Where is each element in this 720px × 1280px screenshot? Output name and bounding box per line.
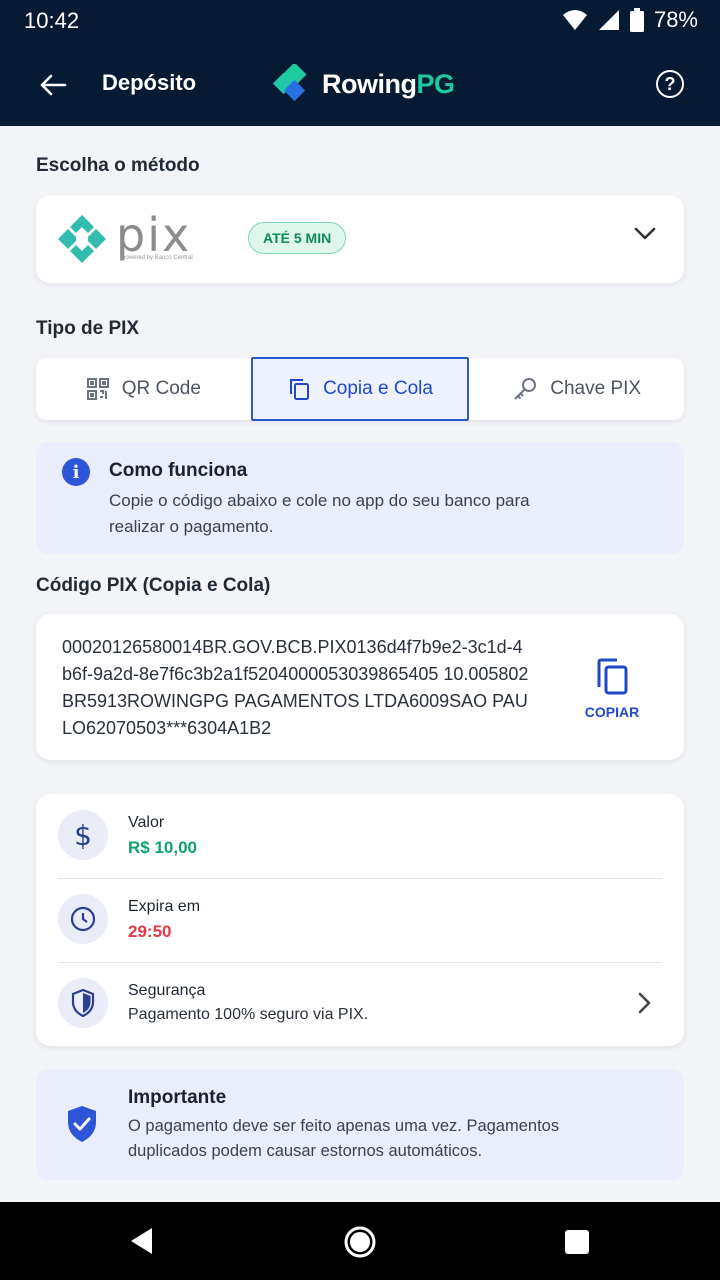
help-button[interactable]: ? xyxy=(656,70,684,98)
expiry-label: Expira em xyxy=(128,898,201,915)
pix-logo-subtext: powered by Banco Central xyxy=(122,255,193,261)
clock-icon xyxy=(58,894,108,944)
pix-code-card: 00020126580014BR.GOV.BCB.PIX0136d4f7b9e2… xyxy=(36,614,684,760)
chevron-right-icon xyxy=(638,992,651,1014)
copy-label: COPIAR xyxy=(584,704,640,720)
tab-chave-pix[interactable]: Chave PIX xyxy=(469,358,684,420)
pix-logo: pix powered by Banco Central xyxy=(56,208,212,265)
tab-qr-code-label: QR Code xyxy=(121,378,201,399)
wifi-icon xyxy=(562,10,587,30)
code-section-label: Código PIX (Copia e Cola) xyxy=(36,575,271,596)
info-text: Copie o código abaixo e cole no app do s… xyxy=(109,491,530,536)
shield-icon xyxy=(58,978,108,1028)
status-bar: 10:42 78% xyxy=(0,0,720,42)
pix-wordmark: pix powered by Banco Central xyxy=(116,208,212,265)
status-icons: 78% xyxy=(562,7,698,33)
pix-diamond-icon xyxy=(58,215,106,263)
status-time: 10:42 xyxy=(24,8,80,33)
expiry-row: Expira em 29:50 xyxy=(36,878,684,962)
signal-icon xyxy=(598,10,619,30)
pix-logo-text: pix xyxy=(116,208,192,262)
system-nav-bar xyxy=(0,1202,720,1280)
pix-type-tabs: QR Code Copia e Cola Chave PIX xyxy=(36,357,684,421)
copy-icon xyxy=(290,379,310,400)
tab-chave-pix-label: Chave PIX xyxy=(550,378,642,399)
battery-percent: 78% xyxy=(653,7,698,32)
brand-diamond-icon xyxy=(272,64,307,102)
security-row[interactable]: Segurança Pagamento 100% seguro via PIX. xyxy=(36,962,684,1046)
security-label: Segurança xyxy=(128,982,206,999)
question-icon: ? xyxy=(664,73,676,94)
info-icon: i xyxy=(62,458,90,486)
nav-back-icon[interactable] xyxy=(128,1226,154,1256)
arrow-left-icon xyxy=(40,74,67,96)
page-title: Depósito xyxy=(102,70,197,95)
shield-check-icon xyxy=(68,1106,96,1142)
app-header: Depósito RowingPG ? xyxy=(0,42,720,126)
security-text: Pagamento 100% seguro via PIX. xyxy=(128,1006,369,1023)
amount-label: Valor xyxy=(128,814,165,831)
key-icon xyxy=(514,378,537,400)
brand-name: RowingPG xyxy=(322,69,455,100)
back-button[interactable] xyxy=(36,68,70,102)
brand-name-accent: PG xyxy=(416,68,455,99)
pix-type-section-label: Tipo de PIX xyxy=(36,318,140,339)
amount-value: R$ 10,00 xyxy=(128,838,197,857)
pix-code-text[interactable]: 00020126580014BR.GOV.BCB.PIX0136d4f7b9e2… xyxy=(62,634,532,742)
time-badge: ATÉ 5 MIN xyxy=(248,222,347,254)
method-selector[interactable]: pix powered by Banco Central ATÉ 5 MIN xyxy=(36,195,684,283)
qr-code-icon xyxy=(86,378,109,400)
tab-copia-e-cola[interactable]: Copia e Cola xyxy=(250,357,470,421)
nav-recents-icon[interactable] xyxy=(564,1229,590,1255)
important-box: Importante O pagamento deve ser feito ap… xyxy=(36,1069,684,1180)
info-title: Como funciona xyxy=(109,460,248,481)
amount-row: $ Valor R$ 10,00 xyxy=(36,794,684,878)
brand-name-main: Rowing xyxy=(322,68,417,99)
method-section-label: Escolha o método xyxy=(36,155,200,176)
brand-logo: RowingPG xyxy=(270,64,455,104)
battery-icon xyxy=(629,8,644,32)
expiry-timer: 29:50 xyxy=(128,922,172,941)
tab-qr-code[interactable]: QR Code xyxy=(36,358,251,420)
important-text: O pagamento deve ser feito apenas uma ve… xyxy=(128,1117,560,1160)
payment-details-card: $ Valor R$ 10,00 Expira em 29:50 Seguran… xyxy=(36,794,684,1046)
chevron-down-icon xyxy=(634,227,656,240)
copy-button[interactable]: COPIAR xyxy=(580,658,644,720)
tab-copia-e-cola-label: Copia e Cola xyxy=(323,378,433,399)
dollar-icon: $ xyxy=(58,810,108,860)
important-title: Importante xyxy=(128,1087,227,1108)
info-box: i Como funciona Copie o código abaixo e … xyxy=(36,442,684,554)
nav-home-icon[interactable] xyxy=(344,1226,376,1258)
copy-icon xyxy=(597,658,628,695)
